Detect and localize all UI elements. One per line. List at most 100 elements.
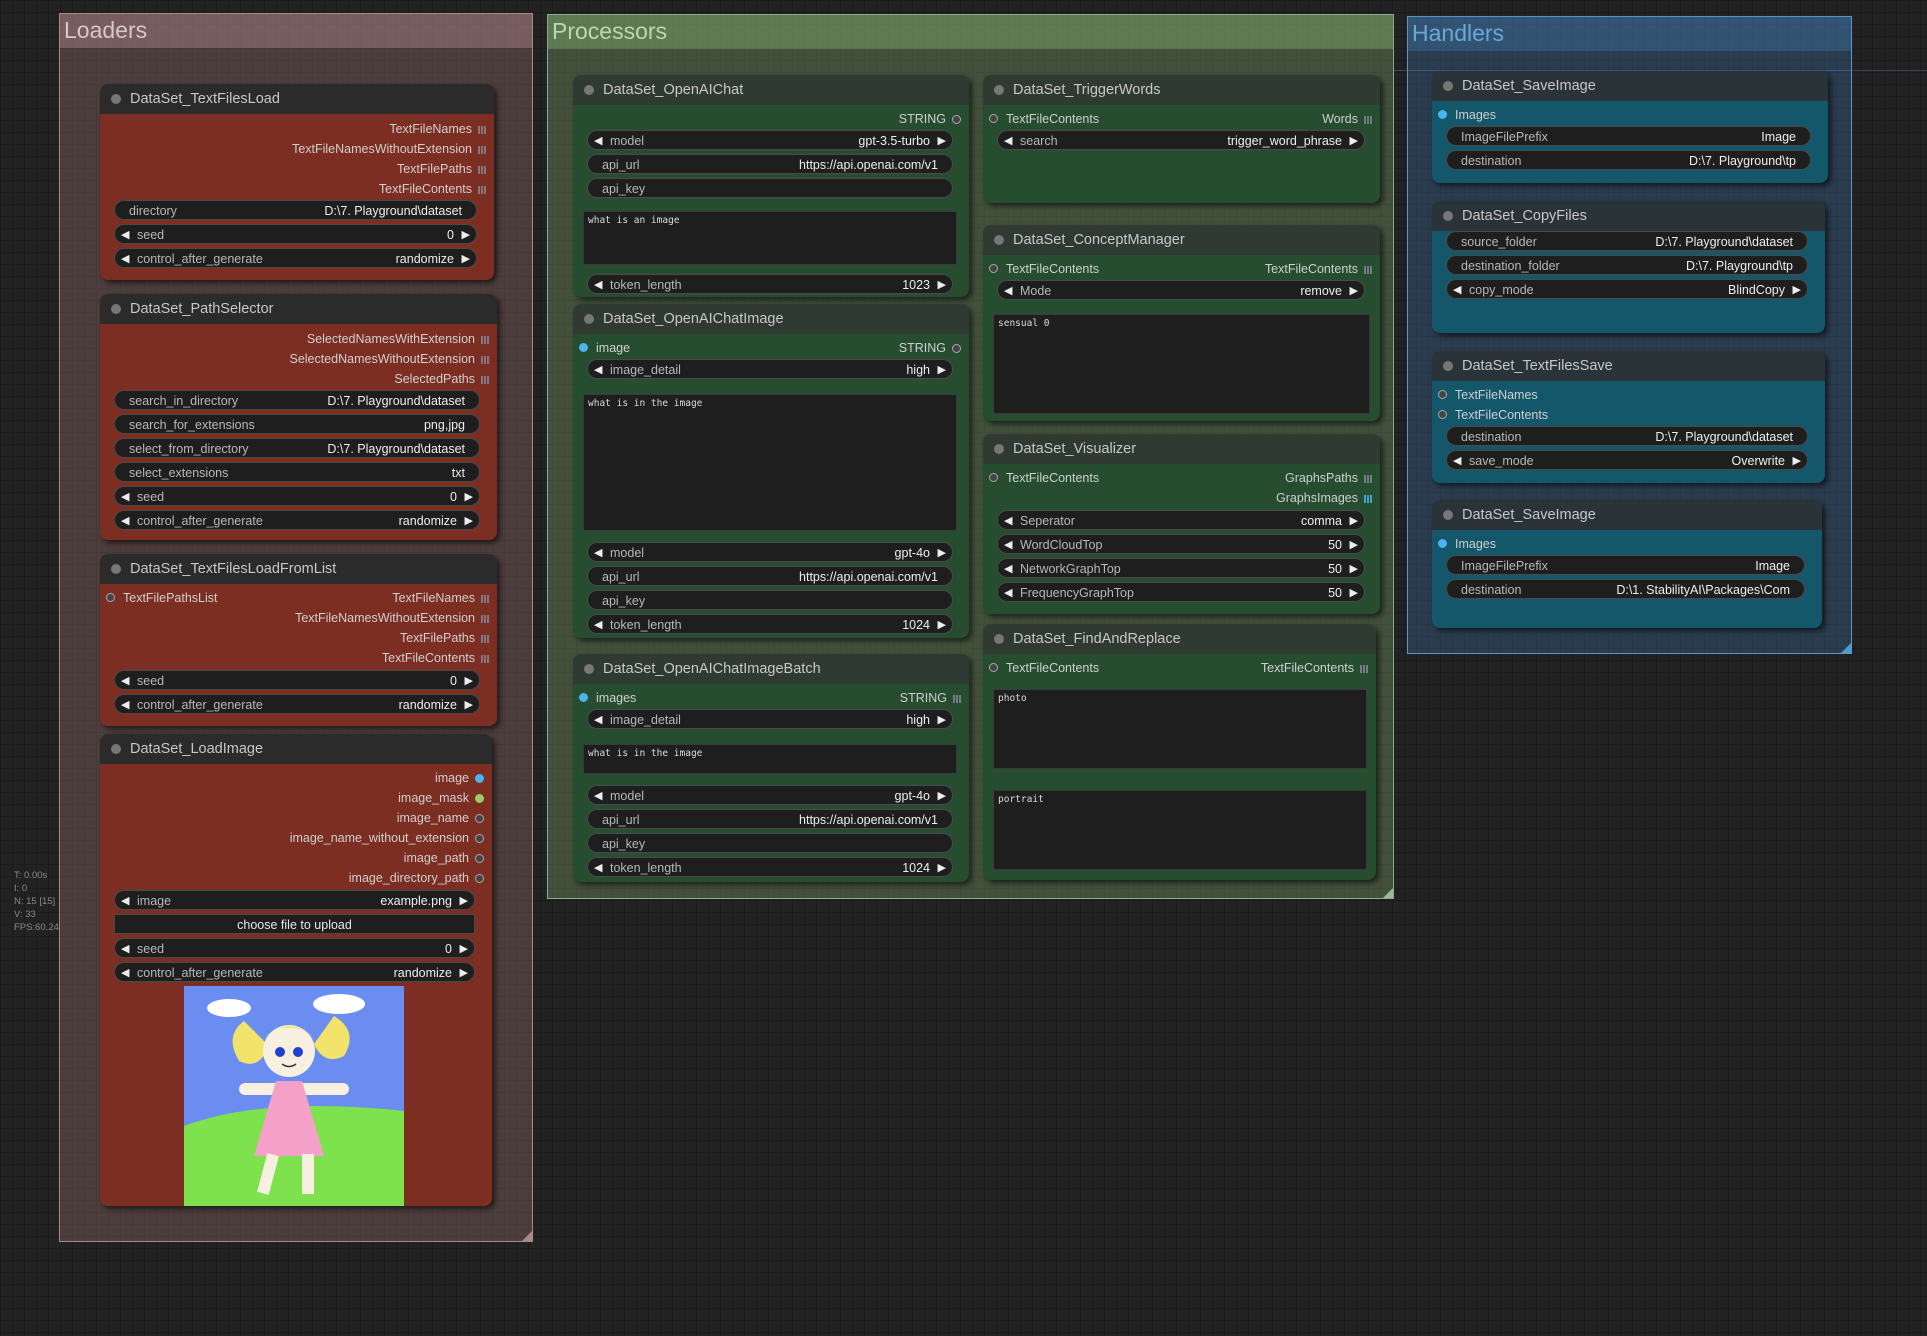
list-socket-icon[interactable] <box>481 376 489 384</box>
control-after-generate-select[interactable]: ◀ control_after_generate randomize ▶ <box>114 694 480 714</box>
socket-icon[interactable] <box>1438 410 1447 419</box>
node-title[interactable]: DataSet_FindAndReplace <box>983 624 1376 654</box>
arrow-left-icon[interactable]: ◀ <box>594 275 602 293</box>
output-slot[interactable]: image <box>435 768 484 788</box>
arrow-right-icon[interactable]: ▶ <box>462 249 470 267</box>
node-saveimage[interactable]: DataSet_SaveImage Images ImageFilePrefix… <box>1432 500 1822 628</box>
directory-field[interactable]: directory D:\7. Playground\dataset <box>114 200 477 220</box>
arrow-right-icon[interactable]: ▶ <box>1793 451 1801 469</box>
socket-icon[interactable] <box>989 473 998 482</box>
arrow-left-icon[interactable]: ◀ <box>594 360 602 378</box>
select-extensions-field[interactable]: select_extensions txt <box>114 462 480 482</box>
model-select[interactable]: ◀ model gpt-4o ▶ <box>587 785 953 805</box>
arrow-left-icon[interactable]: ◀ <box>121 225 129 243</box>
node-title[interactable]: DataSet_TextFilesLoadFromList <box>100 554 497 584</box>
output-slot[interactable]: STRING <box>900 688 961 708</box>
output-slot[interactable]: SelectedPaths <box>394 369 489 389</box>
socket-icon[interactable] <box>475 814 484 823</box>
list-socket-icon[interactable] <box>478 166 486 174</box>
input-slot[interactable]: TextFileContents <box>989 658 1099 678</box>
arrow-left-icon[interactable]: ◀ <box>121 249 129 267</box>
socket-icon[interactable] <box>1438 539 1447 548</box>
output-slot[interactable]: image_name <box>397 808 484 828</box>
select-from-directory-field[interactable]: select_from_directory D:\7. Playground\da… <box>114 438 480 458</box>
node-title[interactable]: DataSet_SaveImage <box>1432 500 1822 530</box>
socket-icon[interactable] <box>106 593 115 602</box>
arrow-right-icon[interactable]: ▶ <box>460 891 468 909</box>
api-url-field[interactable]: api_url https://api.openai.com/v1 <box>587 809 953 829</box>
socket-icon[interactable] <box>475 794 484 803</box>
api-key-field[interactable]: api_key <box>587 178 953 198</box>
output-slot[interactable]: TextFilePaths <box>397 159 486 179</box>
output-slot[interactable]: STRING <box>899 338 961 358</box>
socket-icon[interactable] <box>475 854 484 863</box>
input-slot[interactable]: TextFileContents <box>989 109 1099 129</box>
arrow-right-icon[interactable]: ▶ <box>1350 511 1358 529</box>
input-slot[interactable]: TextFileNames <box>1438 385 1538 405</box>
find-textarea[interactable]: photo <box>993 689 1367 769</box>
socket-icon[interactable] <box>1438 110 1447 119</box>
list-socket-icon[interactable] <box>481 595 489 603</box>
list-socket-icon[interactable] <box>481 356 489 364</box>
arrow-right-icon[interactable]: ▶ <box>938 710 946 728</box>
input-slot[interactable]: Images <box>1438 534 1496 554</box>
arrow-right-icon[interactable]: ▶ <box>938 131 946 149</box>
api-url-field[interactable]: api_url https://api.openai.com/v1 <box>587 154 953 174</box>
destination-field[interactable]: destination D:\7. Playground\tp <box>1446 150 1811 170</box>
input-slot[interactable]: image <box>579 338 630 358</box>
output-slot[interactable]: SelectedNamesWithoutExtension <box>289 349 489 369</box>
arrow-left-icon[interactable]: ◀ <box>121 695 129 713</box>
socket-icon[interactable] <box>989 663 998 672</box>
arrow-right-icon[interactable]: ▶ <box>1350 559 1358 577</box>
arrow-left-icon[interactable]: ◀ <box>594 858 602 876</box>
arrow-left-icon[interactable]: ◀ <box>1004 583 1012 601</box>
list-socket-icon[interactable] <box>481 655 489 663</box>
output-slot[interactable]: STRING <box>899 109 961 129</box>
list-socket-icon[interactable] <box>481 635 489 643</box>
node-saveimage[interactable]: DataSet_SaveImage Images ImageFilePrefix… <box>1432 71 1828 183</box>
token-length-stepper[interactable]: ◀ token_length 1024 ▶ <box>587 857 953 877</box>
source-folder-field[interactable]: source_folder D:\7. Playground\dataset <box>1446 231 1808 251</box>
save-mode-select[interactable]: ◀ save_mode Overwrite ▶ <box>1446 450 1808 470</box>
output-slot[interactable]: image_directory_path <box>349 868 484 888</box>
model-select[interactable]: ◀ model gpt-3.5-turbo ▶ <box>587 130 953 150</box>
node-title[interactable]: DataSet_TriggerWords <box>983 75 1380 105</box>
socket-icon[interactable] <box>475 834 484 843</box>
output-slot[interactable]: image_path <box>404 848 484 868</box>
node-title[interactable]: DataSet_TextFilesLoad <box>100 84 494 114</box>
control-after-generate-select[interactable]: ◀ control_after_generate randomize ▶ <box>114 962 475 982</box>
node-title[interactable]: DataSet_SaveImage <box>1432 71 1828 101</box>
arrow-right-icon[interactable]: ▶ <box>460 963 468 981</box>
node-copyfiles[interactable]: DataSet_CopyFiles source_folder D:\7. Pla… <box>1432 201 1825 333</box>
node-title[interactable]: DataSet_OpenAIChatImage <box>573 304 969 334</box>
group-resize-handle[interactable] <box>1383 888 1393 898</box>
arrow-right-icon[interactable]: ▶ <box>465 671 473 689</box>
output-slot[interactable]: TextFileNamesWithoutExtension <box>292 139 486 159</box>
list-socket-icon[interactable] <box>1364 266 1372 274</box>
node-textfilesloadfromlist[interactable]: DataSet_TextFilesLoadFromList TextFilePa… <box>100 554 497 726</box>
arrow-left-icon[interactable]: ◀ <box>1004 559 1012 577</box>
api-url-field[interactable]: api_url https://api.openai.com/v1 <box>587 566 953 586</box>
arrow-left-icon[interactable]: ◀ <box>594 131 602 149</box>
seed-stepper[interactable]: ◀ seed 0 ▶ <box>114 486 480 506</box>
socket-icon[interactable] <box>989 264 998 273</box>
node-loadimage[interactable]: DataSet_LoadImage image image_mask image… <box>100 734 492 1206</box>
seed-stepper[interactable]: ◀ seed 0 ▶ <box>114 224 477 244</box>
networkgraph-top-stepper[interactable]: ◀ NetworkGraphTop 50 ▶ <box>997 558 1365 578</box>
list-socket-icon[interactable] <box>478 126 486 134</box>
arrow-left-icon[interactable]: ◀ <box>121 487 129 505</box>
arrow-right-icon[interactable]: ▶ <box>1350 583 1358 601</box>
list-socket-icon[interactable] <box>478 146 486 154</box>
group-resize-handle[interactable] <box>1841 643 1851 653</box>
arrow-right-icon[interactable]: ▶ <box>1350 281 1358 299</box>
arrow-right-icon[interactable]: ▶ <box>938 275 946 293</box>
control-after-generate-select[interactable]: ◀ control_after_generate randomize ▶ <box>114 248 477 268</box>
arrow-left-icon[interactable]: ◀ <box>121 939 129 957</box>
concept-textarea[interactable]: sensual 0 <box>993 314 1370 414</box>
arrow-left-icon[interactable]: ◀ <box>121 963 129 981</box>
list-socket-icon[interactable] <box>953 695 961 703</box>
wordcloud-top-stepper[interactable]: ◀ WordCloudTop 50 ▶ <box>997 534 1365 554</box>
node-pathselector[interactable]: DataSet_PathSelector SelectedNamesWithEx… <box>100 294 497 540</box>
output-slot[interactable]: TextFileContents <box>1261 658 1368 678</box>
output-slot[interactable]: SelectedNamesWithExtension <box>307 329 489 349</box>
